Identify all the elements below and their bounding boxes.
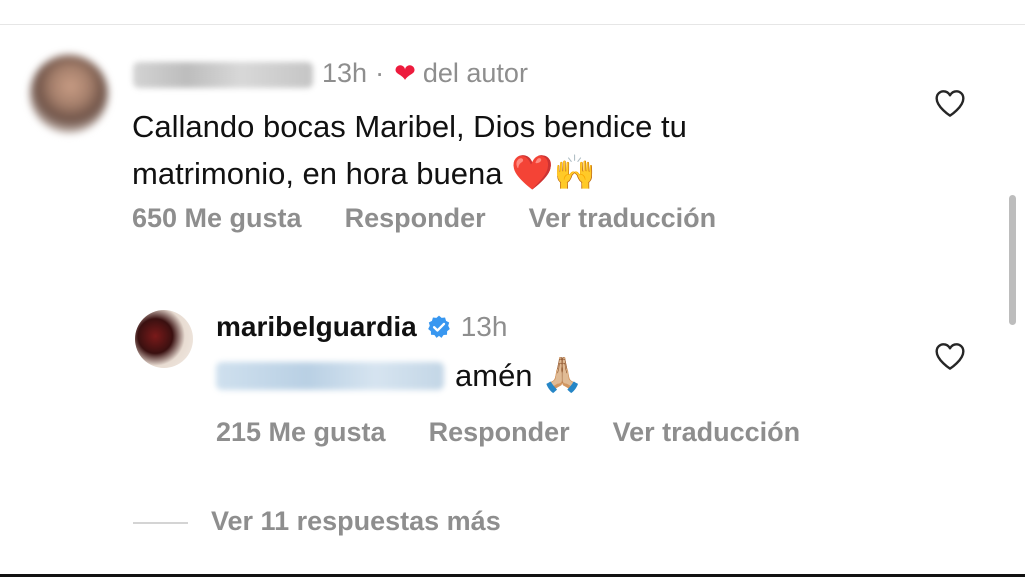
comment-time: 13h <box>322 58 368 88</box>
reply-translate-button[interactable]: Ver traducción <box>613 417 801 448</box>
comment-body: Callando bocas Maribel, Dios bendice tu … <box>132 109 687 191</box>
reply-text: amén 🙏🏼 <box>455 355 584 395</box>
more-replies-line <box>133 522 188 524</box>
scrollbar[interactable] <box>1009 195 1016 325</box>
reply-username[interactable]: maribelguardia <box>216 311 417 343</box>
commenter-avatar[interactable] <box>30 55 108 133</box>
reply-header: maribelguardia 13h <box>216 311 507 343</box>
comment-meta: 13h · ❤ del autor <box>322 58 528 89</box>
reply-mention-blurred[interactable] <box>216 362 444 390</box>
view-more-replies-button[interactable]: Ver 11 respuestas más <box>211 506 501 537</box>
comment-text: Callando bocas Maribel, Dios bendice tu … <box>132 104 832 197</box>
author-heart-icon: ❤ <box>394 58 416 88</box>
author-like-label: del autor <box>422 58 528 88</box>
reply-actions: 215 Me gusta Responder Ver traducción <box>216 417 843 448</box>
verified-badge-icon <box>427 315 450 338</box>
reply-body: amén <box>455 358 533 393</box>
like-heart-icon[interactable] <box>934 341 966 371</box>
top-divider <box>0 24 1025 25</box>
commenter-username-blurred[interactable] <box>133 62 313 88</box>
comment-likes-count[interactable]: 650 Me gusta <box>132 203 302 234</box>
reply-likes-count[interactable]: 215 Me gusta <box>216 417 386 448</box>
reply-avatar[interactable] <box>135 310 193 368</box>
comment-reply-button[interactable]: Responder <box>345 203 486 234</box>
meta-separator: · <box>375 58 385 88</box>
reply-emoji: 🙏🏼 <box>541 356 584 394</box>
comment-translate-button[interactable]: Ver traducción <box>529 203 717 234</box>
reply-reply-button[interactable]: Responder <box>429 417 570 448</box>
comment-emojis: ❤️🙌 <box>511 154 596 192</box>
comment-actions: 650 Me gusta Responder Ver traducción <box>132 203 759 234</box>
reply-time: 13h <box>460 311 508 342</box>
like-heart-icon[interactable] <box>934 88 966 118</box>
